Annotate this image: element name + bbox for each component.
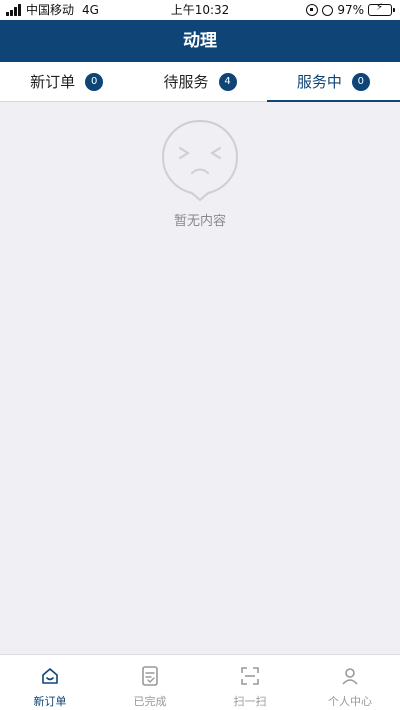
sad-face-icon bbox=[161, 119, 239, 202]
alarm-icon bbox=[322, 4, 334, 16]
count-badge: 4 bbox=[218, 72, 237, 91]
tab-label: 新订单 bbox=[30, 73, 76, 91]
tabbar-item-completed[interactable]: 已完成 bbox=[100, 655, 200, 710]
count-badge: 0 bbox=[85, 72, 104, 91]
status-bar: 中国移动 4G 上午10:32 97% ⚡ bbox=[0, 0, 400, 20]
orientation-lock-icon bbox=[306, 4, 319, 16]
battery-percent: 97% bbox=[337, 3, 364, 17]
nav-bar: 动理 bbox=[0, 20, 400, 62]
tabbar-item-new-orders[interactable]: 新订单 bbox=[0, 655, 100, 710]
empty-text: 暂无内容 bbox=[173, 214, 226, 229]
scan-icon bbox=[241, 667, 259, 685]
tab-label: 待服务 bbox=[163, 73, 209, 91]
empty-state: 暂无内容 bbox=[0, 118, 400, 229]
tab-label: 服务中 bbox=[296, 73, 342, 91]
tabbar-label: 新订单 bbox=[33, 695, 67, 708]
document-icon bbox=[142, 666, 158, 686]
page-title: 动理 bbox=[183, 31, 217, 51]
carrier-name: 中国移动 bbox=[26, 3, 75, 17]
tabbar-label: 已完成 bbox=[133, 695, 167, 708]
battery-icon: ⚡ bbox=[368, 2, 395, 16]
tab-in-service[interactable]: 服务中 0 bbox=[266, 62, 400, 102]
tabbar-item-profile[interactable]: 个人中心 bbox=[300, 655, 400, 710]
person-icon bbox=[342, 668, 358, 685]
tabbar-item-scan[interactable]: 扫一扫 bbox=[200, 655, 300, 710]
charging-bolt-icon: ⚡ bbox=[376, 2, 384, 13]
tabbar-label: 扫一扫 bbox=[233, 695, 267, 708]
bottom-tab-bar: 新订单 已完成 扫一扫 个人中心 bbox=[0, 654, 400, 710]
tab-new-orders[interactable]: 新订单 0 bbox=[0, 62, 133, 101]
network-type: 4G bbox=[82, 3, 99, 17]
tabbar-label: 个人中心 bbox=[328, 695, 372, 708]
signal-icon bbox=[6, 4, 21, 16]
count-badge: 0 bbox=[351, 72, 370, 91]
order-tabs: 新订单 0 待服务 4 服务中 0 bbox=[0, 62, 400, 102]
status-time: 上午10:32 bbox=[170, 3, 230, 17]
tab-pending-service[interactable]: 待服务 4 bbox=[133, 62, 266, 101]
home-icon bbox=[42, 668, 58, 684]
